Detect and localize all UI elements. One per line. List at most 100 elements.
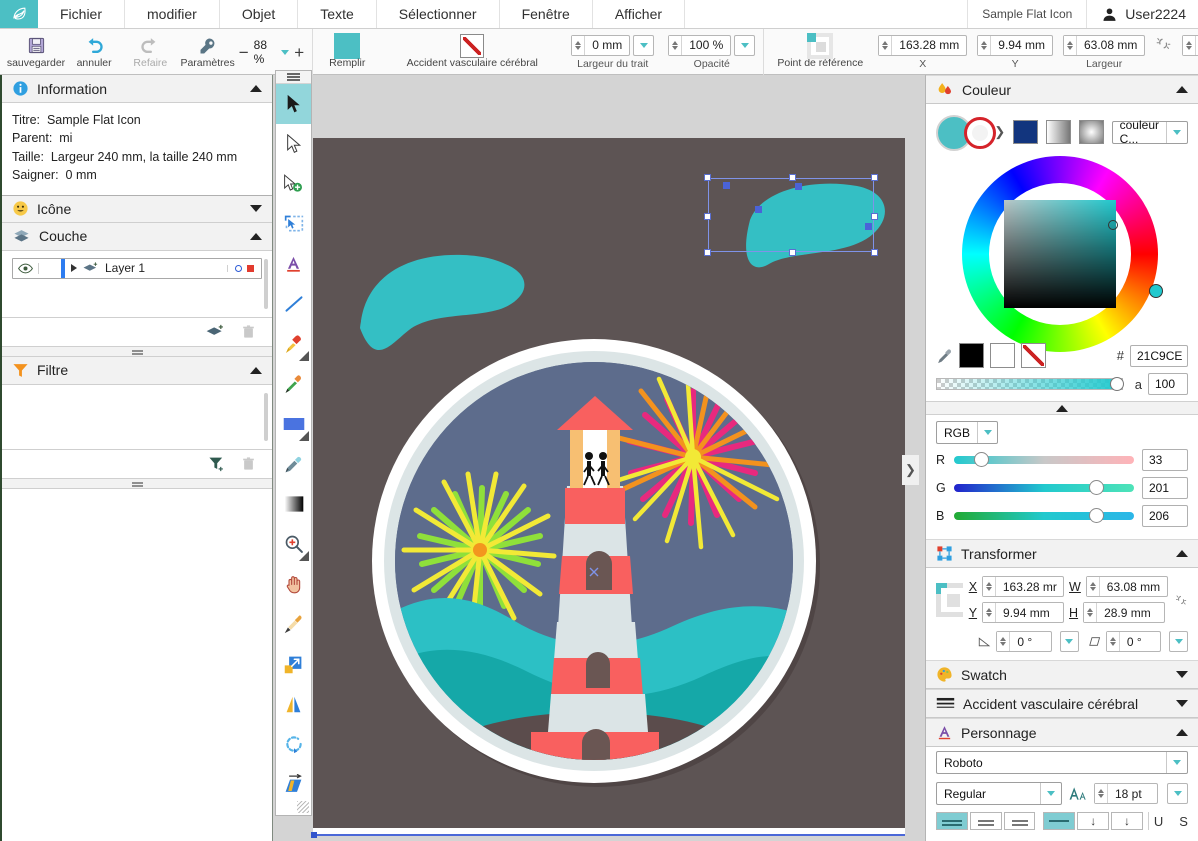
opacity-input[interactable]: 100 % bbox=[668, 34, 732, 56]
stroke-width-input[interactable]: 0 mm bbox=[571, 34, 631, 56]
artboard[interactable] bbox=[313, 138, 905, 828]
stroke-square-icon[interactable] bbox=[460, 33, 485, 58]
zoom-in-button[interactable]: + bbox=[294, 44, 304, 61]
shear-input[interactable]: 0 ° bbox=[1105, 631, 1162, 652]
tool-add-node[interactable] bbox=[276, 164, 311, 204]
y-spinner[interactable] bbox=[978, 35, 992, 55]
swatch-panel-header[interactable]: Swatch bbox=[926, 660, 1198, 689]
chevron-down-icon[interactable] bbox=[977, 422, 997, 443]
trash-icon[interactable] bbox=[241, 455, 256, 473]
zoom-out-button[interactable]: − bbox=[239, 44, 249, 61]
height-spinner[interactable] bbox=[1183, 35, 1197, 55]
flyout-triangle-icon[interactable] bbox=[299, 351, 309, 361]
information-panel-header[interactable]: Information bbox=[2, 75, 272, 103]
fill-stroke-swatches[interactable] bbox=[936, 112, 996, 152]
color-space-select[interactable]: RGB bbox=[936, 421, 998, 444]
color-panel-collapse-tab[interactable] bbox=[926, 401, 1198, 415]
g-knob[interactable] bbox=[1089, 480, 1104, 495]
add-filter-icon[interactable] bbox=[208, 455, 225, 473]
layer-indicators[interactable] bbox=[227, 264, 261, 272]
opacity-spinner[interactable] bbox=[669, 35, 683, 55]
font-family-select[interactable]: Roboto bbox=[936, 751, 1188, 774]
collapse-arrow-up-icon[interactable] bbox=[1176, 86, 1188, 93]
width-spinner[interactable] bbox=[1063, 35, 1077, 55]
collapse-arrow-up-icon[interactable] bbox=[1176, 550, 1188, 557]
tf-w-input[interactable]: 63.08 mm bbox=[1085, 576, 1168, 597]
tool-gradient[interactable] bbox=[276, 484, 311, 524]
align-right-button[interactable] bbox=[1003, 812, 1036, 830]
fill-button[interactable]: Remplir bbox=[321, 30, 373, 74]
strikethrough-button[interactable]: S bbox=[1179, 814, 1188, 829]
tool-scale[interactable] bbox=[276, 644, 311, 684]
tool-line[interactable] bbox=[276, 284, 311, 324]
r-knob[interactable] bbox=[973, 452, 989, 467]
tool-rectangle[interactable] bbox=[276, 404, 311, 444]
sv-cursor[interactable] bbox=[1108, 220, 1118, 230]
alpha-input[interactable]: 100 bbox=[1148, 373, 1188, 395]
trash-icon[interactable] bbox=[241, 323, 256, 341]
aspect-link-button[interactable] bbox=[1155, 34, 1172, 70]
settings-button[interactable]: Paramètres bbox=[180, 30, 235, 74]
align-center-button[interactable] bbox=[969, 812, 1002, 830]
stroke-width-dropdown[interactable] bbox=[633, 34, 655, 56]
zoom-control[interactable]: − 88 % + bbox=[239, 38, 305, 66]
collapse-arrow-up-icon[interactable] bbox=[250, 232, 262, 240]
underline-button[interactable]: U bbox=[1154, 814, 1163, 829]
couleur-panel-header[interactable]: Couleur bbox=[926, 75, 1198, 104]
alpha-slider[interactable] bbox=[936, 377, 1124, 391]
font-size-input[interactable]: 18 pt bbox=[1094, 783, 1158, 804]
app-logo[interactable] bbox=[0, 0, 38, 28]
align-top-button[interactable] bbox=[1043, 812, 1076, 830]
tool-brush[interactable] bbox=[276, 604, 311, 644]
menu-modifier[interactable]: modifier bbox=[125, 0, 220, 28]
stroke-button[interactable]: Accident vasculaire cérébral bbox=[387, 30, 557, 74]
b-slider[interactable] bbox=[954, 508, 1134, 523]
y-input[interactable]: 9.94 mm bbox=[977, 34, 1053, 56]
panel-resize-grip[interactable] bbox=[2, 477, 272, 489]
stroke-panel-header[interactable]: Accident vasculaire cérébral bbox=[926, 689, 1198, 718]
align-left-button[interactable] bbox=[936, 812, 968, 830]
fill-color-swatch[interactable] bbox=[334, 32, 361, 59]
expand-arrow-down-icon[interactable] bbox=[1176, 700, 1188, 707]
x-spinner[interactable] bbox=[879, 35, 893, 55]
menu-selectionner[interactable]: Sélectionner bbox=[377, 0, 500, 28]
icone-panel-header[interactable]: Icône bbox=[2, 194, 272, 223]
expand-arrow-down-icon[interactable] bbox=[250, 205, 262, 212]
menu-objet[interactable]: Objet bbox=[220, 0, 299, 28]
color-mode-select[interactable]: couleur C... bbox=[1111, 118, 1188, 146]
tool-shear[interactable] bbox=[276, 764, 311, 804]
couche-panel-header[interactable]: Couche bbox=[2, 222, 272, 251]
chevron-down-icon[interactable] bbox=[281, 49, 290, 55]
menu-texte[interactable]: Texte bbox=[298, 0, 377, 28]
menu-afficher[interactable]: Afficher bbox=[593, 0, 686, 28]
stroke-width-spinner[interactable] bbox=[572, 35, 586, 55]
g-input[interactable]: 201 bbox=[1142, 477, 1188, 499]
g-slider[interactable] bbox=[954, 480, 1134, 495]
transformer-panel-header[interactable]: Transformer bbox=[926, 539, 1198, 568]
menu-fenetre[interactable]: Fenêtre bbox=[500, 0, 593, 28]
tf-h-input[interactable]: 28.9 mm bbox=[1083, 602, 1166, 623]
tool-pencil[interactable] bbox=[276, 364, 311, 404]
flyout-triangle-icon[interactable] bbox=[299, 551, 309, 561]
width-input[interactable]: 63.08 mm bbox=[1062, 34, 1146, 56]
opacity-dropdown[interactable] bbox=[734, 34, 756, 56]
tf-x-input[interactable]: 163.28 mr bbox=[982, 576, 1065, 597]
tool-pen[interactable] bbox=[276, 324, 311, 364]
add-layer-icon[interactable] bbox=[205, 323, 225, 340]
filtre-panel-header[interactable]: Filtre bbox=[2, 356, 272, 385]
align-middle-button[interactable]: ↓ bbox=[1077, 812, 1110, 830]
tool-selection[interactable] bbox=[276, 84, 311, 124]
b-input[interactable]: 206 bbox=[1142, 505, 1188, 527]
user-area[interactable]: User2224 bbox=[1087, 0, 1198, 28]
align-bottom-button[interactable]: ↓ bbox=[1111, 812, 1143, 830]
font-size-dropdown[interactable] bbox=[1167, 783, 1188, 804]
tool-direct-selection[interactable] bbox=[276, 124, 311, 164]
collapse-arrow-up-icon[interactable] bbox=[250, 85, 262, 92]
personnage-panel-header[interactable]: Personnage bbox=[926, 718, 1198, 747]
save-button[interactable]: sauvegarder bbox=[7, 30, 65, 74]
menu-fichier[interactable]: Fichier bbox=[38, 0, 126, 28]
link-broken-icon[interactable] bbox=[1174, 590, 1188, 610]
rotate-input[interactable]: 0 ° bbox=[996, 631, 1052, 652]
reference-point-button[interactable]: Point de référence bbox=[772, 30, 868, 74]
font-style-select[interactable]: Regular bbox=[936, 782, 1062, 805]
